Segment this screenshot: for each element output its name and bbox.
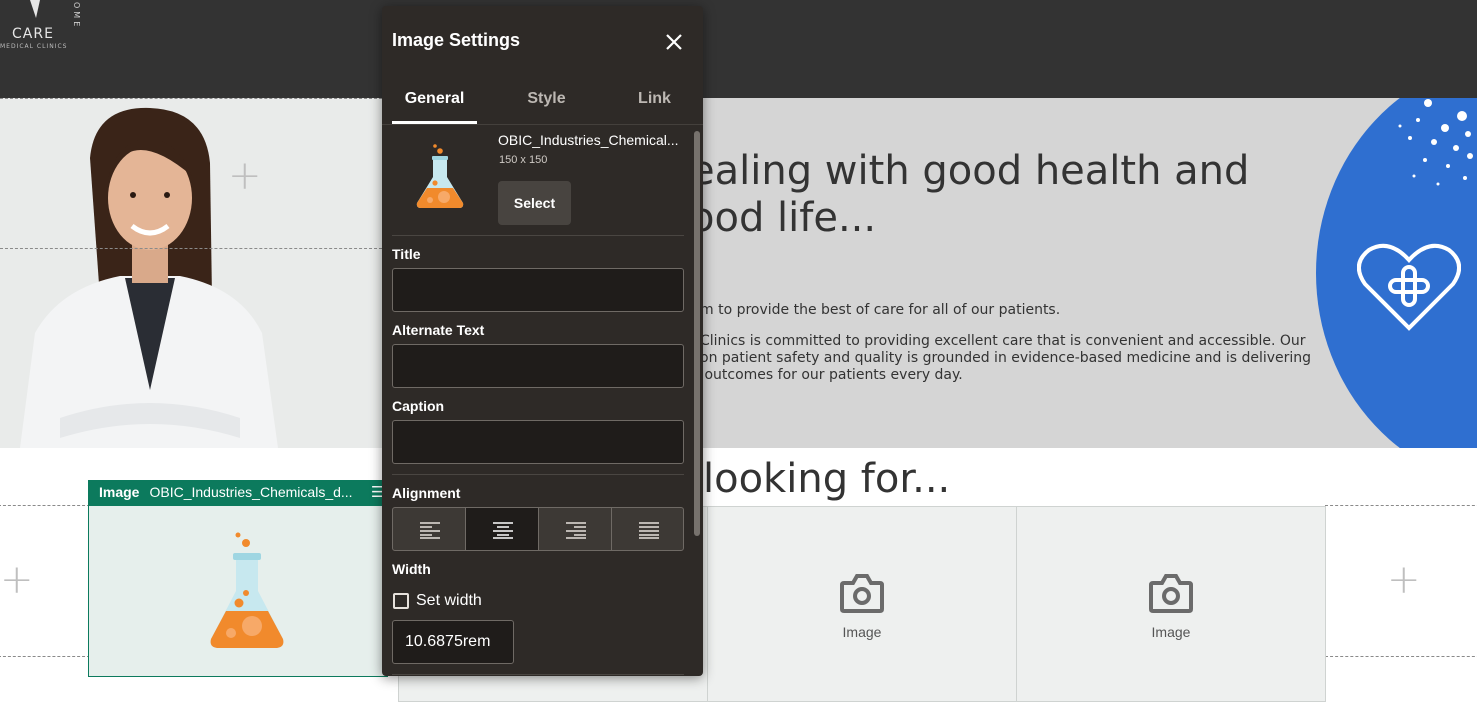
align-right-icon: [566, 522, 586, 539]
image-dimensions: 150 x 150: [499, 154, 548, 166]
hero-paragraph-1: m to provide the best of care for all of…: [700, 302, 1061, 318]
set-width-checkbox[interactable]: [393, 593, 409, 609]
chemical-flask-icon: [210, 532, 284, 648]
section-divider: [392, 474, 684, 475]
logo-name: CARE: [12, 26, 54, 42]
tab-general[interactable]: General: [392, 86, 477, 124]
image-placeholder-tile[interactable]: Image: [1016, 506, 1326, 702]
align-center-icon: [493, 522, 513, 539]
hero-paragraph-2-line-1: Clinics is committed to providing excell…: [700, 333, 1306, 349]
justify-icon: [639, 522, 659, 539]
set-width-label[interactable]: Set width: [416, 592, 482, 610]
justify-button[interactable]: [612, 508, 683, 550]
add-content-plus-icon[interactable]: +: [1387, 560, 1421, 600]
section-divider: [392, 235, 684, 236]
hero-title: ealing with good health and ood life...: [690, 148, 1249, 242]
image-placeholder-label: Image: [1151, 624, 1191, 640]
align-left-button[interactable]: [393, 508, 466, 550]
selected-image-component[interactable]: [88, 505, 388, 677]
logo-subtitle: MEDICAL CLINICS: [0, 43, 68, 50]
caption-input[interactable]: [392, 420, 684, 464]
tabs-divider: [382, 124, 703, 125]
image-placeholder-label: Image: [842, 624, 882, 640]
hero-title-line-2: ood life...: [690, 195, 877, 241]
dialog-title: Image Settings: [392, 30, 521, 50]
alt-text-input[interactable]: [392, 344, 684, 388]
select-image-button[interactable]: Select: [498, 181, 571, 225]
tab-style[interactable]: Style: [504, 86, 589, 124]
add-content-plus-icon[interactable]: +: [0, 560, 34, 600]
section-divider: [392, 674, 684, 675]
image-settings-dialog: Image Settings General Style Link OBIC_I…: [382, 6, 703, 676]
selected-component-header[interactable]: Image OBIC_Industries_Chemicals_d...: [88, 480, 388, 505]
title-label: Title: [392, 246, 421, 262]
hero-title-line-1: ealing with good health and: [690, 148, 1250, 194]
alignment-label: Alignment: [392, 485, 461, 501]
doctor-photo[interactable]: +: [0, 98, 382, 448]
component-type-label: Image: [99, 484, 140, 500]
width-label: Width: [392, 561, 431, 577]
alignment-button-group: [392, 507, 684, 551]
site-logo[interactable]: OME CARE MEDICAL CLINICS: [0, 0, 95, 60]
align-left-icon: [420, 522, 440, 539]
page-canvas: OME CARE MEDICAL CLINICS + ealing with g…: [0, 0, 1477, 707]
heart-cross-icon: [1357, 243, 1461, 331]
close-icon[interactable]: [664, 32, 684, 52]
hero-paragraph-2-line-3: outcomes for our patients every day.: [700, 367, 963, 383]
caption-label: Caption: [392, 398, 445, 414]
alt-text-label: Alternate Text: [392, 322, 485, 338]
section-heading: looking for...: [703, 456, 951, 502]
settings-tabs: General Style Link: [392, 86, 685, 124]
image-thumbnail-flask-icon[interactable]: [412, 143, 468, 211]
doctor-portrait-icon: [0, 98, 382, 448]
width-input[interactable]: 10.6875rem: [392, 620, 514, 664]
image-placeholder-tile[interactable]: Image: [707, 506, 1017, 702]
title-input[interactable]: [392, 268, 684, 312]
align-center-button[interactable]: [466, 508, 539, 550]
component-file-label: OBIC_Industries_Chemicals_d...: [149, 484, 353, 500]
dialog-scrollbar[interactable]: [694, 131, 700, 536]
drop-zone-guide: [0, 248, 382, 249]
site-header: OME CARE MEDICAL CLINICS: [0, 0, 1477, 98]
camera-icon: [840, 574, 884, 613]
hero-paragraph-2-line-2: on patient safety and quality is grounde…: [700, 350, 1312, 366]
tab-link[interactable]: Link: [612, 86, 697, 124]
align-right-button[interactable]: [539, 508, 612, 550]
hero-section: + ealing with good health and ood life..…: [0, 98, 1477, 448]
logo-arc-text: OME: [72, 2, 81, 30]
drop-zone-guide: [0, 98, 382, 99]
image-file-name: OBIC_Industries_Chemical...: [498, 132, 679, 148]
camera-icon: [1149, 574, 1193, 613]
add-content-plus-icon[interactable]: +: [228, 156, 262, 196]
sparkle-dots-icon: [1398, 99, 1473, 186]
